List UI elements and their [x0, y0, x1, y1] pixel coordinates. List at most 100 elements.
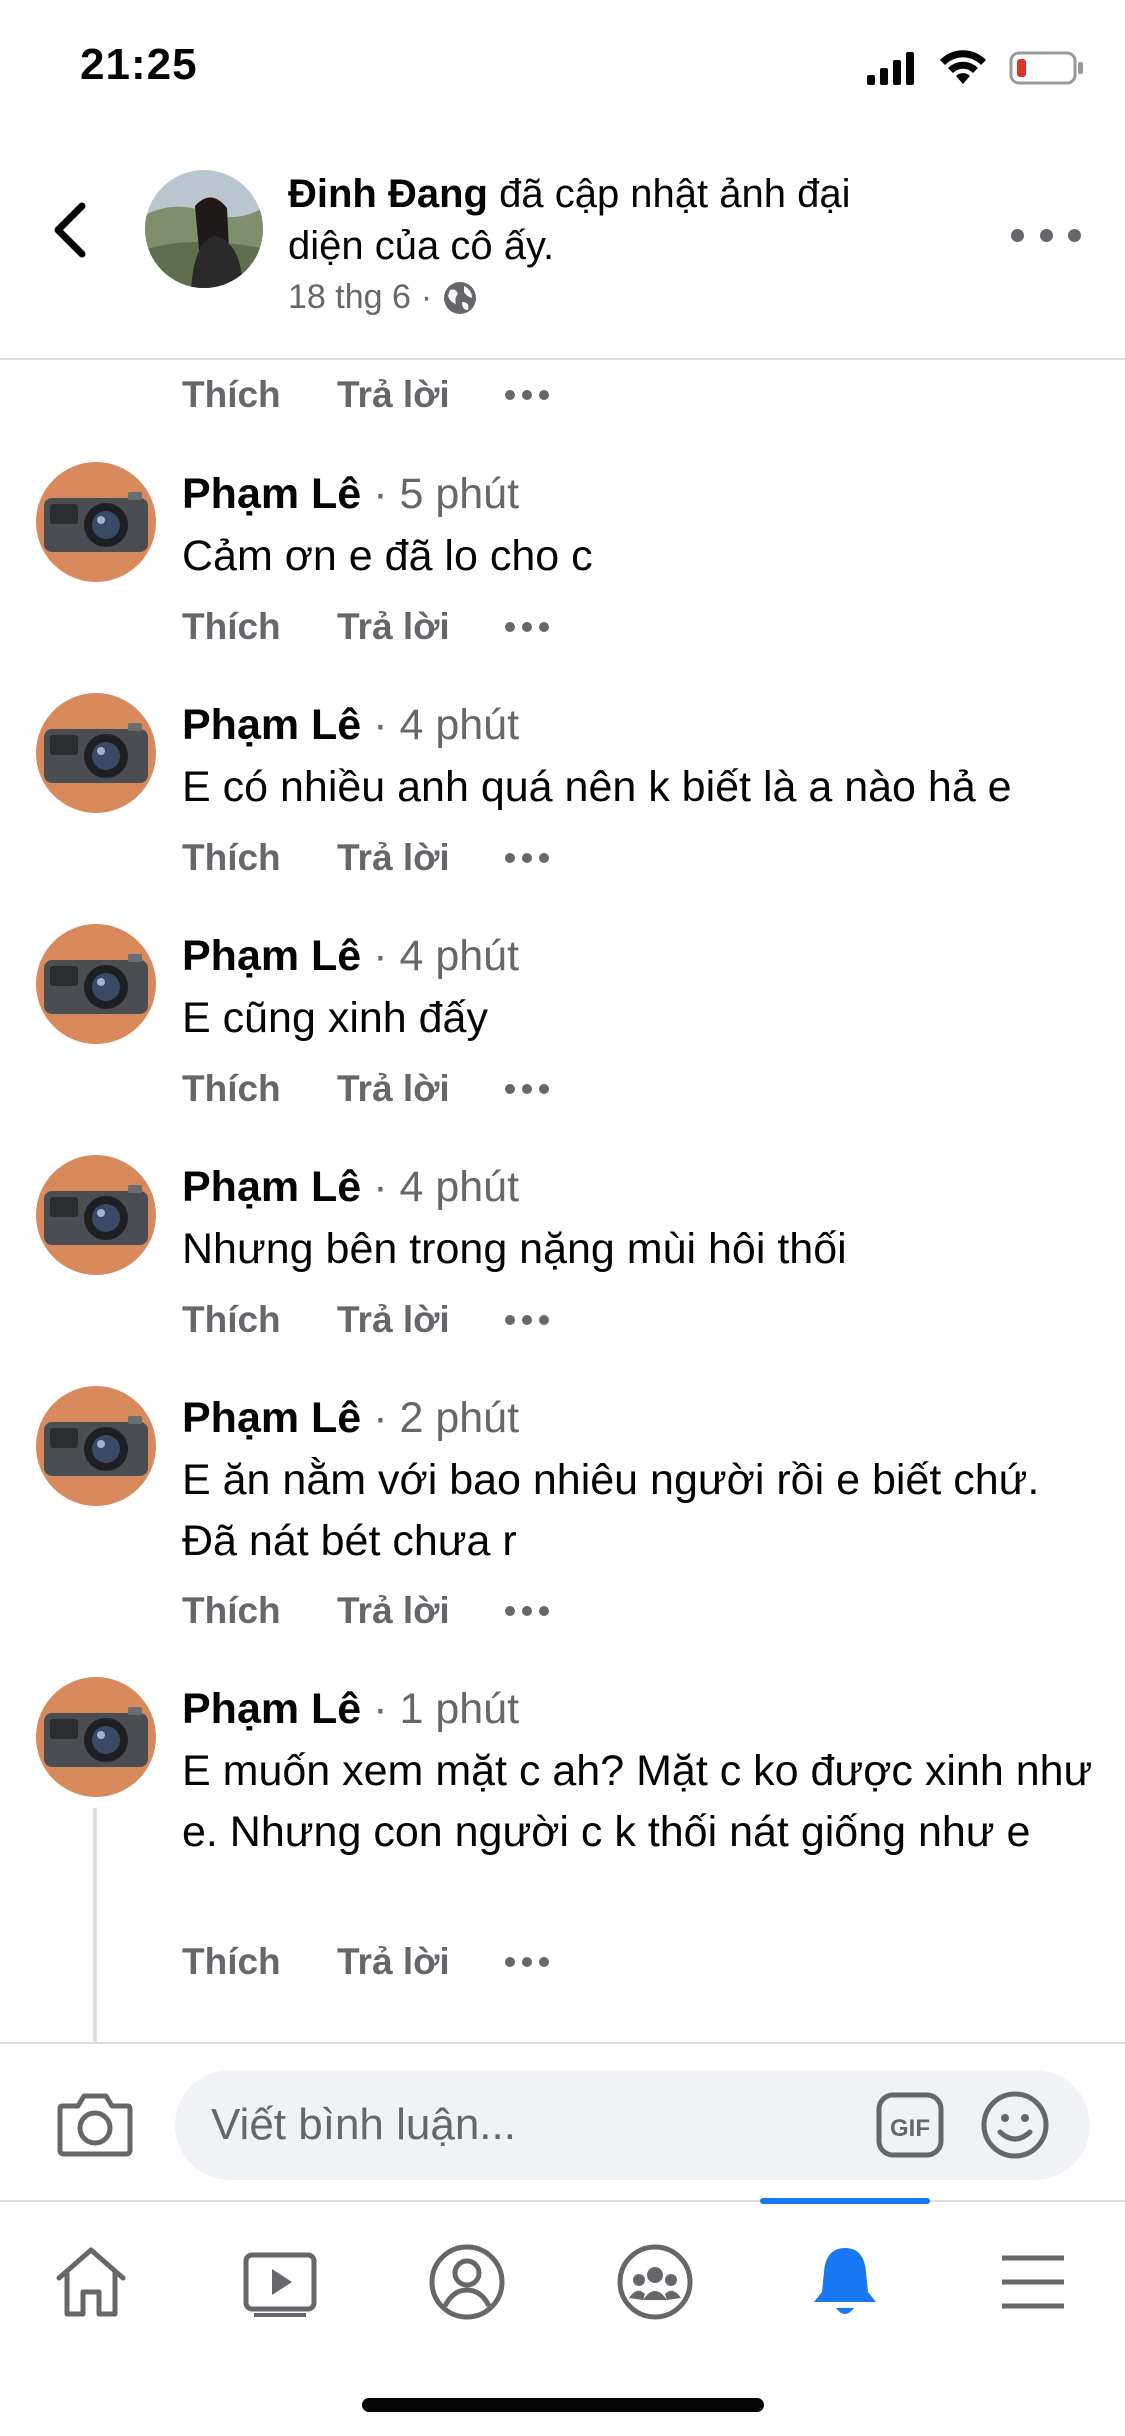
like-button[interactable]: Thích	[182, 1590, 337, 1632]
comment-separator: ·	[373, 1394, 388, 1442]
tab-menu[interactable]	[978, 2232, 1088, 2332]
comment: Phạm Lê · 4 phút Nhưng bên trong nặng mù…	[0, 1155, 1125, 1375]
comment-header: Phạm Lê · 1 phút	[182, 1681, 519, 1737]
tab-home[interactable]	[36, 2232, 146, 2332]
comment-actions: Thích Trả lời	[182, 1937, 549, 1987]
comment-header: Phạm Lê · 4 phút	[182, 928, 519, 984]
camera-icon	[57, 2093, 133, 2157]
comment-author[interactable]: Phạm Lê	[182, 701, 361, 749]
comment-separator: ·	[373, 1163, 388, 1211]
comment-actions: Thích Trả lời	[182, 833, 549, 883]
post-date[interactable]: 18 thg 6	[288, 278, 411, 317]
comment: Phạm Lê · 5 phút Cảm ơn e đã lo cho c	[0, 462, 1125, 682]
comments-feed[interactable]: Thích Trả lời Phạm Lê · 5 phút Cảm ơn e …	[0, 362, 1125, 2042]
tab-notifications[interactable]	[790, 2232, 900, 2332]
comment-more-button[interactable]	[505, 1957, 549, 1967]
more-options-button[interactable]	[1011, 215, 1081, 255]
comment-actions: Thích Trả lời	[182, 1295, 549, 1345]
globe-icon	[444, 281, 477, 314]
comment-text: E có nhiều anh quá nên k biết là a nào h…	[182, 763, 1012, 811]
comment-author[interactable]: Phạm Lê	[182, 932, 361, 980]
comment-more-button[interactable]	[505, 853, 549, 863]
comment-text: E cũng xinh đấy	[182, 994, 488, 1042]
reply-thread-line	[93, 1808, 97, 2048]
reply-button[interactable]: Trả lời	[337, 1941, 505, 1983]
reply-button[interactable]: Trả lời	[337, 374, 505, 416]
reply-button[interactable]: Trả lời	[337, 837, 505, 879]
comment-input-box: GIF	[175, 2070, 1090, 2180]
comment-input[interactable]	[211, 2070, 831, 2180]
status-icons	[867, 49, 1085, 90]
home-icon	[56, 2247, 126, 2317]
gif-icon: GIF	[876, 2092, 944, 2158]
reply-button[interactable]: Trả lời	[337, 606, 505, 648]
status-time: 21:25	[80, 40, 198, 89]
camera-button[interactable]	[56, 2088, 134, 2158]
commenter-avatar[interactable]	[36, 924, 156, 1044]
tab-watch[interactable]	[225, 2232, 335, 2332]
comment: Phạm Lê · 4 phút E có nhiều anh quá nên …	[0, 693, 1125, 913]
comment-time[interactable]: 4 phút	[399, 932, 519, 980]
author-avatar[interactable]	[145, 170, 263, 288]
back-button[interactable]	[40, 190, 100, 270]
tab-groups[interactable]	[600, 2232, 710, 2332]
comment-author[interactable]: Phạm Lê	[182, 1163, 361, 1211]
comment-header: Phạm Lê · 5 phút	[182, 466, 519, 522]
like-button[interactable]: Thích	[182, 1299, 337, 1341]
comment-more-button[interactable]	[505, 1315, 549, 1325]
comment-time[interactable]: 5 phút	[399, 470, 519, 518]
commenter-avatar[interactable]	[36, 1677, 156, 1797]
comment: Phạm Lê · 4 phút E cũng xinh đấy	[0, 924, 1125, 1144]
commenter-avatar[interactable]	[36, 693, 156, 813]
commenter-avatar[interactable]	[36, 1155, 156, 1275]
menu-icon	[1002, 2255, 1064, 2309]
like-button[interactable]: Thích	[182, 374, 337, 416]
comment-separator: ·	[373, 701, 388, 749]
commenter-avatar[interactable]	[36, 462, 156, 582]
like-button[interactable]: Thích	[182, 1068, 337, 1110]
commenter-avatar[interactable]	[36, 1386, 156, 1506]
reply-button[interactable]: Trả lời	[337, 1068, 505, 1110]
reply-button[interactable]: Trả lời	[337, 1590, 505, 1632]
comment-separator: ·	[373, 470, 388, 518]
emoji-button[interactable]	[980, 2090, 1050, 2160]
comment-more-button[interactable]	[505, 622, 549, 632]
post-meta: 18 thg 6 ·	[288, 278, 478, 317]
comment-time[interactable]: 1 phút	[399, 1685, 519, 1733]
groups-icon	[617, 2244, 693, 2320]
comment-text: E ăn nằm với bao nhiêu người rồi e biết …	[182, 1456, 1040, 1565]
comment-author[interactable]: Phạm Lê	[182, 470, 361, 518]
comment-more-button[interactable]	[505, 1084, 549, 1094]
comment-header: Phạm Lê · 2 phút	[182, 1390, 519, 1446]
post-headline: Đinh Đang đã cập nhật ảnh đại diện của c…	[288, 168, 928, 272]
comment-more-button[interactable]	[505, 390, 549, 400]
comment-actions: Thích Trả lời	[182, 1064, 549, 1114]
home-indicator[interactable]	[362, 2398, 764, 2412]
status-bar: 21:25	[0, 0, 1125, 140]
comment-text: E muốn xem mặt c ah? Mặt c ko được xinh …	[182, 1747, 1093, 1856]
comment-text: Cảm ơn e đã lo cho c	[182, 532, 593, 580]
comment-author[interactable]: Phạm Lê	[182, 1685, 361, 1733]
comment-time[interactable]: 4 phút	[399, 1163, 519, 1211]
signal-icon	[867, 51, 917, 90]
comment-time[interactable]: 4 phút	[399, 701, 519, 749]
profile-icon	[429, 2244, 505, 2320]
tab-profile[interactable]	[412, 2232, 522, 2332]
reply-button[interactable]: Trả lời	[337, 1299, 505, 1341]
meta-separator: ·	[420, 278, 433, 316]
like-button[interactable]: Thích	[182, 606, 337, 648]
comment-text: Nhưng bên trong nặng mùi hôi thối	[182, 1225, 847, 1273]
notifications-icon	[814, 2248, 876, 2314]
comment-separator: ·	[373, 932, 388, 980]
comment-time[interactable]: 2 phút	[399, 1394, 519, 1442]
gif-button[interactable]: GIF	[875, 2091, 945, 2159]
comment-more-button[interactable]	[505, 1606, 549, 1616]
comment-author[interactable]: Phạm Lê	[182, 1394, 361, 1442]
comment-separator: ·	[373, 1685, 388, 1733]
like-button[interactable]: Thích	[182, 1941, 337, 1983]
post-author-name[interactable]: Đinh Đang	[288, 172, 488, 216]
comment-header: Phạm Lê · 4 phút	[182, 697, 519, 753]
like-button[interactable]: Thích	[182, 837, 337, 879]
comment-composer: GIF	[0, 2042, 1125, 2200]
active-tab-indicator	[760, 2198, 930, 2204]
